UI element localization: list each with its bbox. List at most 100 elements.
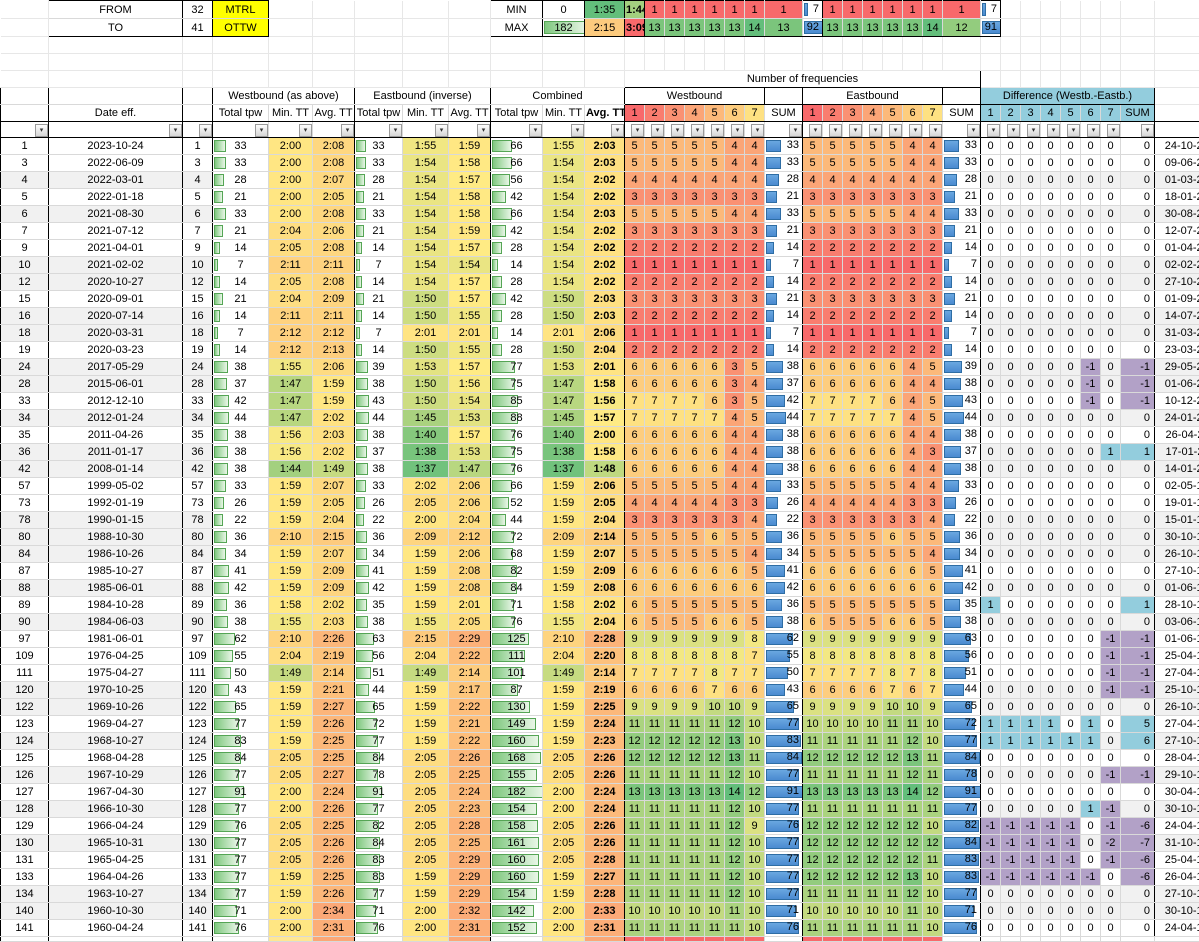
blue-data-bar: [944, 684, 964, 696]
filter-dropdown-button[interactable]: ▾: [611, 124, 624, 137]
wb-frequency-cell: 5: [665, 206, 685, 223]
eb-frequency-cell: 5: [843, 529, 863, 546]
eb-frequency-cell: 11: [903, 801, 923, 818]
frequencies-title: Number of frequencies: [625, 71, 981, 88]
filter-dropdown-button[interactable]: ▾: [35, 124, 48, 137]
filter-dropdown-button[interactable]: ▾: [987, 124, 1000, 137]
wb-frequency-cell: 13: [665, 19, 685, 37]
comb-avg-tt-cell: 2:00: [585, 427, 625, 444]
diff-cell: 0: [1081, 410, 1101, 427]
filter-dropdown-button[interactable]: ▾: [809, 124, 822, 137]
filter-dropdown-button[interactable]: ▾: [909, 124, 922, 137]
empty-cell: [745, 54, 765, 71]
filter-dropdown-button[interactable]: ▾: [341, 124, 354, 137]
filter-dropdown-button[interactable]: ▾: [849, 124, 862, 137]
eb-frequency-cell: 5: [863, 206, 883, 223]
eb-frequency-cell: 7: [923, 682, 943, 699]
filter-dropdown-button[interactable]: ▾: [1027, 124, 1040, 137]
filter-dropdown-button[interactable]: ▾: [1107, 124, 1120, 137]
eb-avg-tt-cell: 1:57: [449, 291, 491, 308]
filter-dropdown-button[interactable]: ▾: [255, 124, 268, 137]
filter-dropdown-button[interactable]: ▾: [631, 124, 644, 137]
filter-dropdown-button[interactable]: ▾: [869, 124, 882, 137]
filter-dropdown-button[interactable]: ▾: [691, 124, 704, 137]
eb-frequency-cell: 11: [923, 767, 943, 784]
comb-min-tt-cell: 1:55: [543, 138, 585, 155]
empty-cell: [745, 37, 765, 54]
eb-frequency-cell: 6: [903, 580, 923, 597]
date-reversed-cell: 30-04-1967: [1155, 784, 1199, 801]
filter-dropdown-button[interactable]: ▾: [389, 124, 402, 137]
filter-dropdown-button[interactable]: ▾: [477, 124, 490, 137]
diff-sum-cell: 0: [1121, 495, 1155, 512]
eb-frequency-cell: 11: [863, 733, 883, 750]
filter-dropdown-button[interactable]: ▾: [829, 124, 842, 137]
filter-dropdown-button[interactable]: ▾: [169, 124, 182, 137]
filter-dropdown-button[interactable]: ▾: [651, 124, 664, 137]
eb-avg-tt-cell: 1:54: [449, 393, 491, 410]
filter-dropdown-button[interactable]: ▾: [199, 124, 212, 137]
eb-frequency-cell: 5: [863, 155, 883, 172]
filter-dropdown-button[interactable]: ▾: [751, 124, 764, 137]
comb-avg-tt-cell: 2:06: [585, 325, 625, 342]
wb-frequency-cell: 5: [745, 393, 765, 410]
diff-cell: 0: [1041, 903, 1061, 920]
filter-dropdown-button[interactable]: ▾: [671, 124, 684, 137]
eb-frequency-cell: 2: [843, 308, 863, 325]
empty-cell: [1121, 54, 1155, 71]
wb-frequency-cell: 7: [625, 665, 645, 682]
filter-dropdown-button[interactable]: ▾: [1087, 124, 1100, 137]
diff-cell: 0: [1061, 716, 1081, 733]
eb-frequency-cell: 5: [863, 546, 883, 563]
comb-min-tt-cell: 1:54: [543, 223, 585, 240]
eb-frequency-cell: 5: [883, 155, 903, 172]
eb-frequency-cell: 5: [923, 597, 943, 614]
filter-dropdown-button[interactable]: ▾: [435, 124, 448, 137]
empty-cell: [1101, 54, 1121, 71]
eb-total-tpw-cell: 14: [355, 240, 403, 257]
filter-dropdown-button[interactable]: ▾: [731, 124, 744, 137]
wb-frequency-cell: 4: [705, 495, 725, 512]
wb-frequency-cell: 6: [625, 461, 645, 478]
wb-frequency-cell: 4: [645, 495, 665, 512]
filter-dropdown-button[interactable]: ▾: [889, 124, 902, 137]
wb-frequency-cell: 1: [665, 1, 685, 19]
diff-col-header: 4: [1041, 105, 1061, 122]
filter-dropdown-button[interactable]: ▾: [1007, 124, 1020, 137]
eb-avg-tt-cell: 2:22: [449, 648, 491, 665]
empty-cell: [269, 37, 313, 54]
eb-sum-cell: 14: [943, 240, 981, 257]
diff-cell: 0: [981, 155, 1001, 172]
filter-cell: ▾: [903, 122, 923, 138]
comb-avg-tt-cell: 2:08: [585, 580, 625, 597]
blue-data-bar: [766, 208, 781, 220]
eb-frequency-cell: 3: [923, 495, 943, 512]
eb-frequency-cell: 11: [823, 733, 843, 750]
eb-frequency-cell: 10: [923, 886, 943, 903]
wb-frequency-cell: 4: [725, 138, 745, 155]
comb-total-tpw-cell: 77: [491, 359, 543, 376]
filter-dropdown-button[interactable]: ▾: [789, 124, 802, 137]
wb-frequency-cell: 5: [645, 138, 665, 155]
diff-sum-cell: 0: [1121, 461, 1155, 478]
wb-sum-cell: 84: [765, 750, 803, 767]
filter-dropdown-button[interactable]: ▾: [299, 124, 312, 137]
wb-frequency-cell: 9: [645, 631, 665, 648]
filter-dropdown-button[interactable]: ▾: [711, 124, 724, 137]
filter-dropdown-button[interactable]: ▾: [967, 124, 980, 137]
wb-avg-tt-cell: 2:08: [313, 155, 355, 172]
blue-data-bar: [944, 242, 952, 254]
filter-dropdown-button[interactable]: ▾: [571, 124, 584, 137]
eb-frequency-cell: 1: [863, 257, 883, 274]
wb-sum-cell: 77: [765, 716, 803, 733]
eb-frequency-cell: 5: [843, 478, 863, 495]
eb-frequency-cell: 14: [923, 19, 943, 37]
filter-dropdown-button[interactable]: ▾: [529, 124, 542, 137]
filter-dropdown-button[interactable]: ▾: [1067, 124, 1080, 137]
filter-dropdown-button[interactable]: ▾: [1141, 124, 1154, 137]
wb-frequency-cell: 12: [625, 733, 645, 750]
eb-frequency-cell: 3: [863, 223, 883, 240]
filter-dropdown-button[interactable]: ▾: [929, 124, 942, 137]
wb-frequency-cell: 11: [705, 920, 725, 937]
filter-dropdown-button[interactable]: ▾: [1047, 124, 1060, 137]
